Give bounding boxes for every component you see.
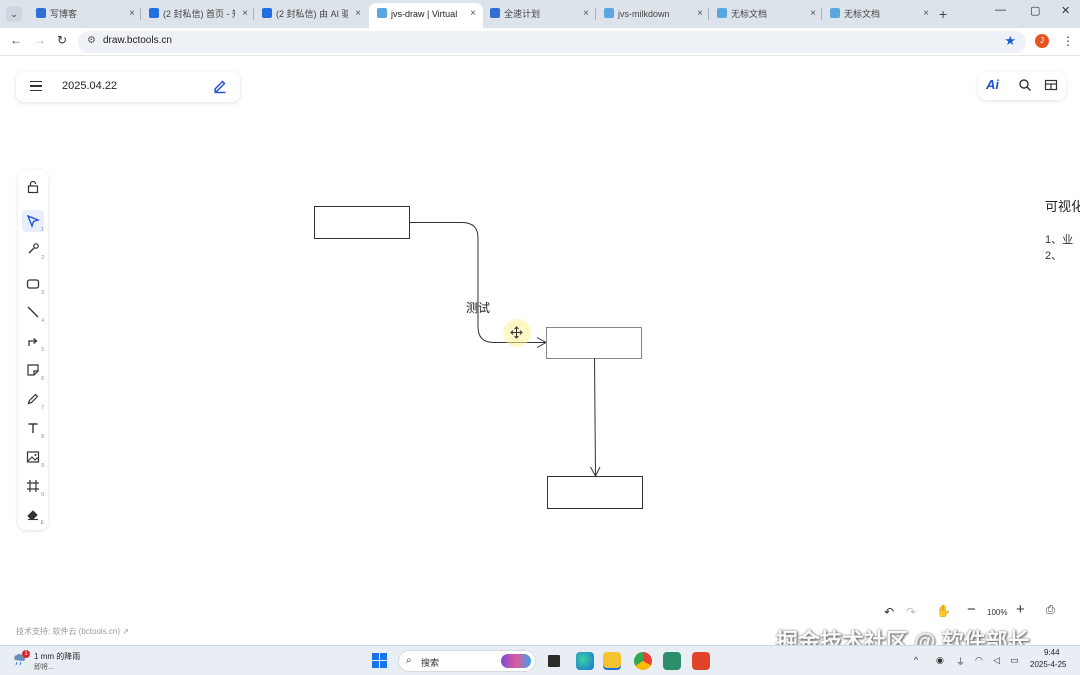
windows-start-icon[interactable] [372,653,387,668]
chrome-icon[interactable] [634,652,652,670]
zoom-in-button[interactable]: + [1016,601,1025,618]
zoom-out-button[interactable]: − [967,601,976,618]
canvas-text-line-1[interactable]: 1、业 [1045,231,1073,247]
history-controls: ↶ ↷ [880,603,928,623]
weather-text: 1 mm 的降雨 [34,652,81,661]
taskbar-search[interactable]: ⌕ 搜索 [398,650,536,672]
drawing-canvas[interactable] [0,0,1080,645]
tray-wifi-icon[interactable]: ◠ [975,655,983,666]
tray-app-icon[interactable]: ◉ [936,655,944,666]
diagram-box-bottom[interactable] [547,476,643,509]
undo-icon[interactable]: ↶ [884,605,894,619]
hand-pan-icon[interactable]: ✋ [936,604,951,618]
support-link[interactable]: 技术支持: 软件云 (bctools.cn) ↗ [16,626,129,637]
recorder-app-icon[interactable] [692,652,710,670]
tray-volume-icon[interactable]: ◁ [993,655,1000,666]
diagram-box-top[interactable] [314,206,410,239]
diagram-box-middle[interactable] [546,327,642,359]
tray-usb-icon[interactable]: ⏚ [956,655,965,668]
taskbar-search-label: 搜索 [421,658,440,668]
weather-subtext: 即将... [34,664,54,671]
task-view-icon[interactable] [548,655,560,667]
export-icon[interactable]: ⎙ [1046,604,1055,617]
move-cursor-icon [510,326,523,339]
zoom-level[interactable]: 100% [987,608,1007,617]
edge-browser-icon[interactable] [576,652,594,670]
connector-vertical-arrow[interactable] [594,358,596,477]
connector-label[interactable]: 测试 [466,299,490,316]
os-taskbar: 1 1 mm 的降雨 即将... ⌕ 搜索 ^ ◉ ⏚ ◠ ◁ ▭ 9:44 2… [0,645,1080,675]
weather-badge: 1 [22,650,30,658]
file-explorer-icon[interactable] [603,652,621,670]
redo-icon[interactable]: ↷ [906,605,916,619]
tray-overflow-icon[interactable]: ^ [914,655,918,665]
search-highlight-art [501,654,531,668]
weather-widget[interactable]: 1 1 mm 的降雨 即将... [12,650,82,672]
taskbar-time[interactable]: 9:44 [1044,648,1060,657]
search-icon: ⌕ [406,655,412,666]
canvas-text-heading[interactable]: 可视化 [1045,196,1080,215]
canvas-text-line-2[interactable]: 2、 [1045,247,1062,263]
remote-desktop-icon[interactable] [663,652,681,670]
taskbar-date[interactable]: 2025-4-25 [1030,660,1066,669]
tray-battery-icon[interactable]: ▭ [1010,655,1019,666]
